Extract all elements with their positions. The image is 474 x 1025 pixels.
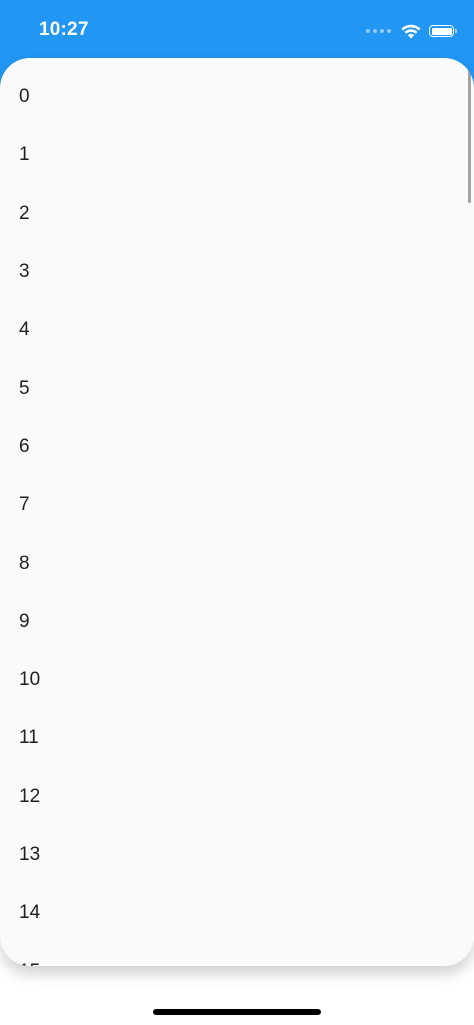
list-item[interactable]: 10: [0, 651, 474, 709]
list-item[interactable]: 13: [0, 826, 474, 884]
list-item[interactable]: 15: [0, 942, 474, 966]
list-item[interactable]: 12: [0, 768, 474, 826]
status-icons: [366, 21, 457, 41]
list-item[interactable]: 7: [0, 476, 474, 534]
list-item[interactable]: 8: [0, 534, 474, 592]
list-item[interactable]: 0: [0, 68, 474, 126]
scrollbar[interactable]: [468, 66, 471, 203]
list-item[interactable]: 1: [0, 126, 474, 184]
status-time: 10:27: [39, 19, 89, 40]
list-item[interactable]: 2: [0, 185, 474, 243]
list-item[interactable]: 3: [0, 243, 474, 301]
list-item[interactable]: 9: [0, 593, 474, 651]
bottom-sheet[interactable]: 0 1 2 3 4 5 6 7 8 9 10 11 12 13 14 15: [0, 58, 474, 966]
cellular-signal-icon: [366, 29, 391, 33]
list-item[interactable]: 4: [0, 301, 474, 359]
list-item[interactable]: 6: [0, 418, 474, 476]
list-item[interactable]: 14: [0, 884, 474, 942]
list-item[interactable]: 11: [0, 709, 474, 767]
number-list[interactable]: 0 1 2 3 4 5 6 7 8 9 10 11 12 13 14 15: [0, 58, 474, 966]
list-item[interactable]: 5: [0, 359, 474, 417]
battery-icon: [429, 25, 457, 37]
wifi-icon: [401, 24, 421, 39]
home-indicator[interactable]: [153, 1009, 321, 1015]
